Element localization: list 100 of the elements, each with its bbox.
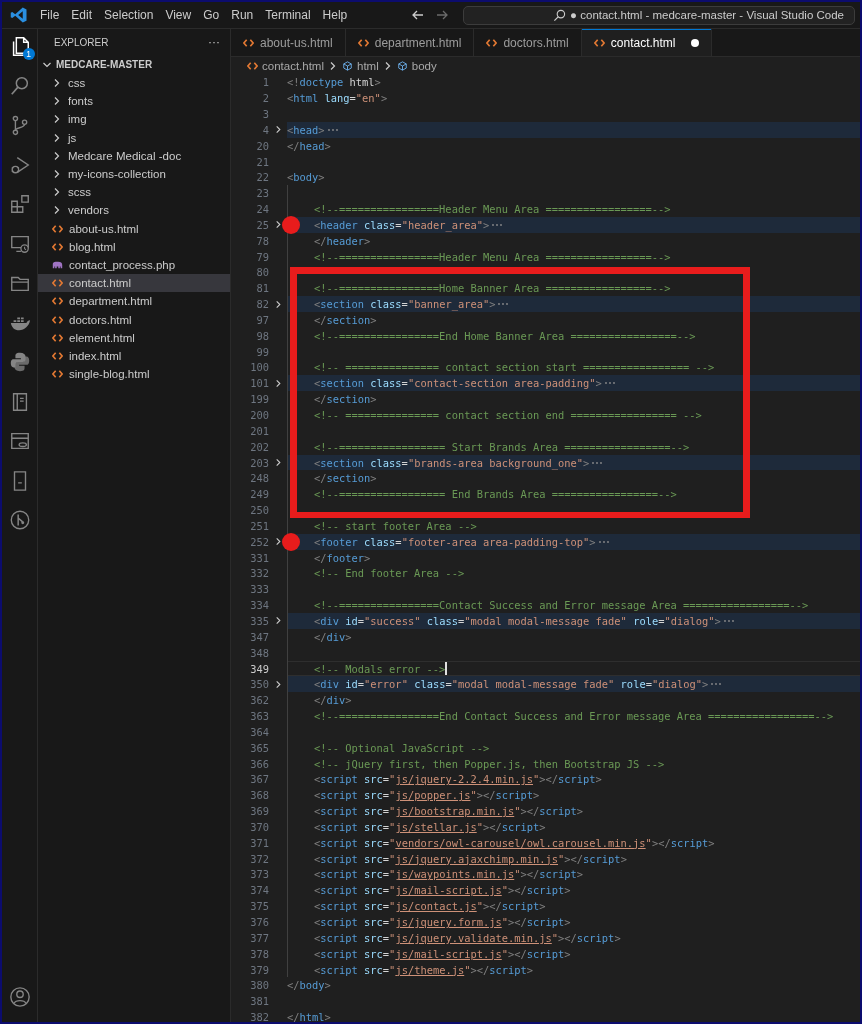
ellipsis-icon[interactable] bbox=[497, 301, 510, 308]
line-number: 377 bbox=[249, 931, 269, 944]
code-line: <!--================Home Banner Area =================--> bbox=[314, 282, 671, 295]
snake-icon[interactable] bbox=[8, 351, 31, 373]
code-line: <header class="header_area"> bbox=[314, 218, 490, 231]
folder-row[interactable]: Medcare Medical -doc bbox=[38, 146, 230, 165]
chevron-icon[interactable] bbox=[52, 132, 62, 143]
explorer-entry[interactable]: element.html bbox=[38, 328, 230, 347]
menu-item[interactable]: Run bbox=[225, 8, 260, 22]
line-number: 24 bbox=[255, 203, 269, 216]
code-line: <script src="js/jquery.ajaxchimp.min.js"></script> bbox=[314, 852, 627, 865]
folder-row[interactable]: img bbox=[38, 110, 230, 129]
ellipsis-icon[interactable] bbox=[710, 681, 723, 688]
code-line: </section> bbox=[314, 393, 377, 406]
editor-tab[interactable]: contact.html bbox=[581, 29, 713, 56]
code-line: </html> bbox=[287, 1011, 331, 1022]
code-file-icon bbox=[52, 369, 63, 380]
code-file-icon bbox=[52, 223, 63, 234]
chevron-icon[interactable] bbox=[52, 114, 62, 125]
line-number: 348 bbox=[249, 646, 269, 659]
line-number: 80 bbox=[255, 266, 269, 279]
ellipsis-icon[interactable] bbox=[597, 538, 610, 545]
breadcrumb[interactable]: body bbox=[396, 59, 437, 72]
chevron-icon[interactable] bbox=[52, 96, 62, 107]
elephant-icon bbox=[52, 259, 63, 270]
line-number: 380 bbox=[249, 979, 269, 992]
code-file-icon bbox=[52, 278, 63, 289]
code-line: <!--================End Home Banner Area =================--> bbox=[314, 329, 696, 342]
circle-branch-icon[interactable] bbox=[8, 509, 31, 531]
ellipsis-icon[interactable] bbox=[326, 126, 339, 133]
line-number: 381 bbox=[249, 995, 269, 1008]
explorer-entry[interactable]: index.html bbox=[38, 346, 230, 365]
folder-row[interactable]: vendors bbox=[38, 201, 230, 220]
folder-row[interactable]: css bbox=[38, 74, 230, 93]
explorer-entry[interactable]: single-blog.html bbox=[38, 365, 230, 384]
folder-header[interactable]: MEDCARE-MASTER bbox=[38, 55, 230, 74]
account-icon[interactable] bbox=[8, 985, 31, 1008]
line-number: 371 bbox=[249, 836, 269, 849]
line-number: 249 bbox=[249, 488, 269, 501]
line-number: 382 bbox=[249, 1011, 269, 1022]
line-number: 369 bbox=[249, 805, 269, 818]
menu-item[interactable]: Go bbox=[197, 8, 226, 22]
code-file-icon bbox=[247, 60, 258, 71]
code-line: </body> bbox=[287, 979, 331, 992]
line-number: 202 bbox=[249, 440, 269, 453]
breadcrumb[interactable]: contact.html bbox=[247, 59, 324, 72]
blocks-icon[interactable] bbox=[8, 193, 31, 215]
forward-arrow-icon[interactable] bbox=[435, 8, 449, 22]
explorer-entry[interactable]: department.html bbox=[38, 292, 230, 311]
explorer-entry[interactable]: blog.html bbox=[38, 237, 230, 256]
explorer-entry[interactable]: contact_process.php bbox=[38, 255, 230, 275]
line-number: 199 bbox=[249, 393, 269, 406]
menu-item[interactable]: Help bbox=[316, 8, 354, 22]
folder-row[interactable]: scss bbox=[38, 183, 230, 202]
chevron-icon[interactable] bbox=[52, 205, 62, 216]
code-line: </div> bbox=[314, 630, 352, 643]
code-line: <script src="js/popper.js"></script> bbox=[314, 789, 540, 802]
chevron-icon[interactable] bbox=[52, 78, 62, 89]
line-number: 4 bbox=[261, 123, 269, 136]
ellipsis-icon[interactable] bbox=[591, 459, 604, 466]
code-file-icon bbox=[52, 332, 63, 343]
breadcrumb[interactable]: html bbox=[342, 59, 379, 72]
chevron-icon[interactable] bbox=[52, 150, 62, 161]
folder-row[interactable]: my-icons-collection bbox=[38, 164, 230, 184]
menu-item[interactable]: Terminal bbox=[259, 8, 317, 22]
explorer-entry[interactable]: doctors.html bbox=[38, 310, 230, 329]
ellipsis-icon[interactable] bbox=[491, 221, 504, 228]
table-icon[interactable] bbox=[8, 430, 31, 452]
code-file-icon bbox=[52, 241, 63, 252]
ellipsis-icon[interactable] bbox=[722, 618, 735, 624]
code-line: <!doctype html> bbox=[287, 76, 381, 89]
separator-icon bbox=[328, 60, 338, 71]
line-number: 99 bbox=[255, 345, 269, 358]
code-line: <!--================= Start Brands Area =================--> bbox=[314, 440, 690, 453]
folder-row[interactable]: fonts bbox=[38, 92, 230, 111]
more-actions[interactable]: ··· bbox=[208, 35, 220, 49]
code-line: <div id="success" class="modal modal-message fade" role="dialog"> bbox=[314, 615, 721, 627]
folder-row[interactable]: js bbox=[38, 128, 230, 147]
menu-item[interactable]: View bbox=[159, 8, 198, 22]
back-arrow-icon[interactable] bbox=[411, 8, 425, 22]
explorer-entry[interactable]: contact.html bbox=[38, 274, 230, 293]
chevron-icon[interactable] bbox=[52, 169, 62, 180]
code-line: <!-- start footer Area --> bbox=[314, 519, 477, 532]
menu-item[interactable]: File bbox=[34, 8, 66, 22]
line-number: 364 bbox=[249, 725, 269, 738]
code-file-icon bbox=[243, 37, 254, 48]
chevron-icon[interactable] bbox=[52, 187, 62, 198]
menu-item[interactable]: Edit bbox=[65, 8, 99, 22]
line-number: 21 bbox=[255, 155, 269, 168]
ellipsis-icon[interactable] bbox=[603, 380, 616, 387]
command-center[interactable]: ● contact.html - medcare-master - Visual Studio Code bbox=[463, 5, 855, 25]
menu-item[interactable]: Selection bbox=[98, 8, 160, 22]
panel-title: EXPLORER bbox=[54, 36, 109, 48]
code-line: </footer> bbox=[314, 551, 371, 564]
code-line: <footer class="footer-area area-padding-top"> bbox=[314, 535, 596, 548]
explorer-entry[interactable]: about-us.html bbox=[38, 219, 230, 238]
search-icon bbox=[553, 8, 567, 22]
code-line: <script src="js/waypoints.min.js"></script> bbox=[314, 868, 584, 881]
code-line: <script src="js/bootstrap.min.js"></script> bbox=[314, 805, 584, 818]
search-icon[interactable] bbox=[8, 74, 31, 97]
